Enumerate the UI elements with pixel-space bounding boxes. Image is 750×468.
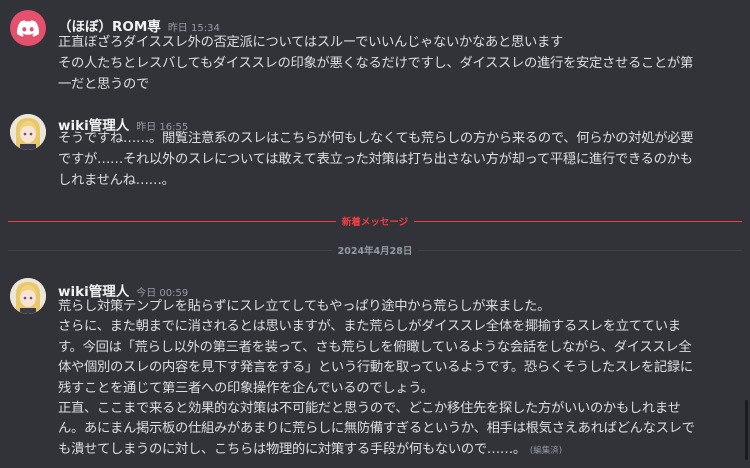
divider-line	[8, 220, 336, 222]
message-line: 残すことを通じて第三者への印象操作を企んでいるのでしょう。	[58, 380, 434, 396]
edited-label: (編集済)	[529, 445, 563, 456]
message-line: 正直ぼざろダイススレ外の否定派についてはスルーでいいんじゃないかなあと思います	[58, 35, 564, 50]
message-line: す。今回は「荒らし以外の第三者を装って、さも荒らしを俯瞰しているような会話をしな…	[58, 339, 692, 355]
date-divider: 2024年4月28日	[8, 243, 742, 257]
date-label: 2024年4月28日	[337, 246, 413, 257]
message-line: ですが……それ以外のスレについては敢えて表立った対策は打ち出さない方が却って平穏…	[58, 152, 693, 167]
message-line: 荒らし対策テンプレを貼らずにスレ立てしてもやっぱり途中から荒らしが来ました。	[58, 299, 551, 314]
divider-line	[8, 249, 332, 251]
message-line: しれませんね……。	[58, 173, 175, 188]
message-line: さらに、また朝までに消されるとは思いますが、また荒らしがダイススレ全体を揶揄する…	[58, 319, 681, 335]
message-line: 正直、ここまで来ると効果的な対策は不可能だと思うので、どこか移住先を探した方がい…	[58, 401, 681, 417]
message-line-text: も潰せてしまうのに対し、こちらは物理的に対策する手段が何もないので……。	[58, 441, 526, 457]
message-line: その人たちとレスバしてもダイススレの印象が悪くなるだけですし、ダイススレの進行を…	[58, 56, 693, 71]
message-line: 一だと思うので	[58, 77, 149, 92]
divider-line	[414, 220, 742, 222]
anime-character-avatar-icon[interactable]	[10, 278, 46, 314]
discord-logo-icon[interactable]	[10, 10, 46, 46]
new-messages-label: 新着メッセージ	[341, 217, 409, 228]
chat-message-list: （ほぼ）ROM専 昨日 15:34 正直ぼざろダイススレ外の否定派についてはスル…	[0, 0, 750, 468]
message-content: そうですね……。閲覧注意系のスレはこちらが何もしなくても荒らしの方から来るので、…	[58, 128, 738, 191]
message-line: そうですね……。閲覧注意系のスレはこちらが何もしなくても荒らしの方から来るので、…	[58, 131, 694, 146]
message-content: 荒らし対策テンプレを貼らずにスレ立てしてもやっぱり途中から荒らしが来ました。 さ…	[58, 297, 738, 461]
message-line: ん。あにまん掲示板の仕組みがあまりに荒らしに無防備すぎるというか、相手は根気さえ…	[58, 421, 695, 437]
new-messages-divider: 新着メッセージ	[8, 214, 742, 228]
scrollbar[interactable]	[745, 400, 748, 460]
message-line: も潰せてしまうのに対し、こちらは物理的に対策する手段が何もないので……。 (編集済…	[58, 440, 738, 461]
message-line: 体や個別のスレの内容を見下す発言をする」という行動を取っているようです。恐らくそ…	[58, 360, 693, 376]
message-content: 正直ぼざろダイススレ外の否定派についてはスルーでいいんじゃないかなあと思います …	[58, 32, 738, 95]
anime-character-avatar-icon[interactable]	[10, 114, 46, 150]
divider-line	[418, 249, 742, 251]
